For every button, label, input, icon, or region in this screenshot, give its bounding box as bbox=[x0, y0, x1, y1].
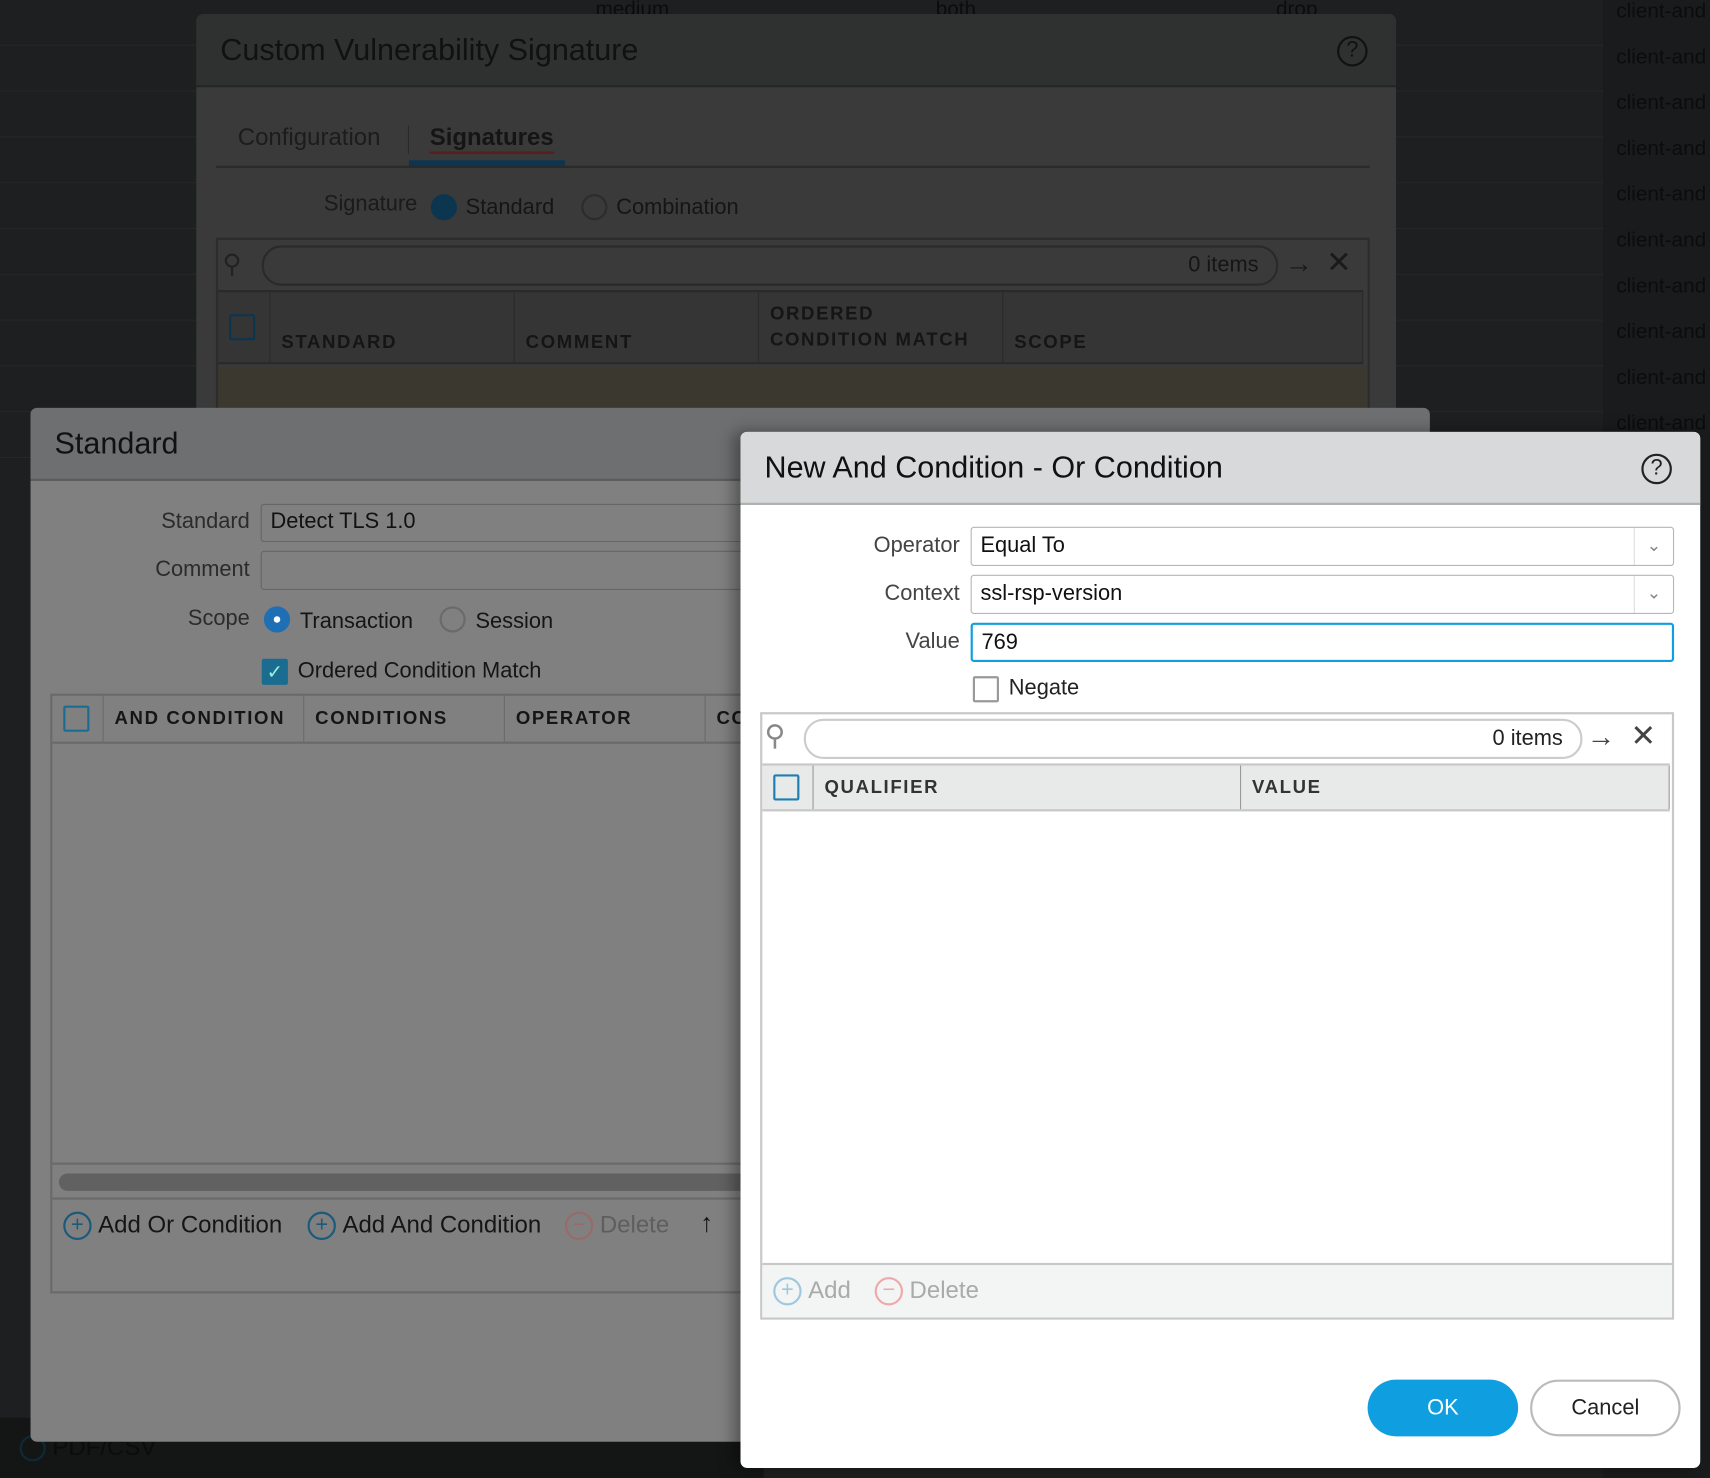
chevron-down-icon: ⌄ bbox=[1634, 576, 1673, 613]
negate-checkbox[interactable] bbox=[973, 676, 999, 702]
button-label: Add bbox=[808, 1276, 851, 1303]
dialog-title: Standard bbox=[55, 426, 179, 461]
select-all-checkbox[interactable] bbox=[63, 706, 89, 732]
dialog-title: Custom Vulnerability Signature bbox=[220, 33, 638, 68]
scope-label: Scope bbox=[96, 606, 250, 631]
signature-combination-radio[interactable] bbox=[581, 194, 607, 220]
column-label: CONDITION MATCH bbox=[770, 327, 969, 353]
custom-vulnerability-signature-dialog: Custom Vulnerability Signature ? Configu… bbox=[196, 14, 1396, 450]
bg-cell: client-and bbox=[1616, 0, 1706, 24]
column-value[interactable]: VALUE bbox=[1241, 766, 1670, 810]
operator-label: Operator bbox=[806, 533, 960, 558]
ok-button[interactable]: OK bbox=[1368, 1380, 1519, 1437]
column-standard[interactable]: STANDARD bbox=[270, 292, 514, 362]
apply-filter-icon[interactable]: → bbox=[1587, 720, 1615, 754]
button-label: Delete bbox=[600, 1211, 669, 1238]
column-label: ORDERED bbox=[770, 301, 874, 327]
signature-label: Signature bbox=[324, 192, 417, 217]
items-count: 0 items bbox=[1493, 726, 1563, 751]
plus-icon: + bbox=[63, 1212, 91, 1240]
context-value: ssl-rsp-version bbox=[980, 581, 1122, 605]
bg-cell: client-and bbox=[1616, 92, 1706, 116]
apply-filter-icon[interactable]: → bbox=[1285, 246, 1313, 280]
select-all-checkbox[interactable] bbox=[773, 774, 799, 800]
bg-cell: client-and bbox=[1616, 46, 1706, 70]
items-count: 0 items bbox=[1188, 253, 1258, 278]
column-scope[interactable]: SCOPE bbox=[1003, 292, 1363, 362]
bg-cell: client-and bbox=[1616, 183, 1706, 207]
help-icon[interactable]: ? bbox=[1337, 36, 1368, 67]
bg-cell: client-and bbox=[1616, 366, 1706, 390]
button-label: Delete bbox=[910, 1276, 979, 1303]
tab-signatures[interactable]: Signatures bbox=[430, 123, 554, 154]
delete-button[interactable]: −Delete bbox=[565, 1211, 669, 1241]
comment-label: Comment bbox=[96, 557, 250, 582]
delete-button[interactable]: −Delete bbox=[875, 1276, 979, 1306]
column-comment[interactable]: COMMENT bbox=[515, 292, 759, 362]
button-label: Add Or Condition bbox=[98, 1211, 282, 1238]
column-qualifier[interactable]: QUALIFIER bbox=[814, 766, 1242, 810]
dialog-title: New And Condition - Or Condition bbox=[765, 450, 1223, 485]
scope-transaction-label: Transaction bbox=[300, 610, 413, 635]
value-label: Value bbox=[806, 629, 960, 654]
clear-filter-icon[interactable]: ✕ bbox=[1630, 718, 1656, 754]
condition-dialog: New And Condition - Or Condition ? Opera… bbox=[741, 432, 1701, 1468]
context-label: Context bbox=[806, 581, 960, 606]
ordered-condition-match-label: Ordered Condition Match bbox=[298, 659, 542, 684]
signature-combination-label: Combination bbox=[616, 195, 738, 220]
column-ordered-condition-match[interactable]: ORDEREDCONDITION MATCH bbox=[759, 292, 1003, 362]
operator-value: Equal To bbox=[980, 533, 1065, 557]
filter-input[interactable]: 0 items bbox=[262, 245, 1278, 285]
help-icon[interactable]: ? bbox=[1641, 454, 1672, 485]
plus-icon: + bbox=[308, 1212, 336, 1240]
scope-session-label: Session bbox=[476, 610, 554, 635]
cancel-button[interactable]: Cancel bbox=[1530, 1380, 1681, 1437]
column-and-condition[interactable]: AND CONDITION bbox=[104, 696, 305, 742]
signature-standard-label: Standard bbox=[466, 195, 555, 220]
filter-input[interactable]: 0 items bbox=[804, 719, 1583, 759]
signature-standard-radio[interactable] bbox=[431, 194, 457, 220]
column-operator[interactable]: OPERATOR bbox=[505, 696, 706, 742]
bg-cell: client-and bbox=[1616, 229, 1706, 253]
add-button[interactable]: + Add bbox=[773, 1276, 851, 1306]
move-up-button[interactable]: ↑ bbox=[700, 1208, 713, 1239]
value-input[interactable]: 769 bbox=[971, 623, 1674, 662]
clear-filter-icon[interactable]: ✕ bbox=[1326, 244, 1352, 280]
add-or-condition-button[interactable]: + Add Or Condition bbox=[63, 1211, 282, 1241]
tab-configuration[interactable]: Configuration bbox=[238, 123, 381, 151]
select-all-checkbox[interactable] bbox=[229, 314, 255, 340]
plus-icon: + bbox=[773, 1277, 801, 1305]
ordered-condition-match-checkbox[interactable]: ✓ bbox=[262, 659, 288, 685]
scope-transaction-radio[interactable] bbox=[264, 606, 290, 632]
button-label: Add And Condition bbox=[342, 1211, 541, 1238]
minus-icon: − bbox=[875, 1277, 903, 1305]
search-icon: ⚲ bbox=[765, 719, 786, 753]
chevron-down-icon: ⌄ bbox=[1634, 528, 1673, 565]
negate-label: Negate bbox=[1009, 676, 1079, 701]
scope-session-radio[interactable] bbox=[440, 606, 466, 632]
search-icon: ⚲ bbox=[222, 249, 241, 281]
column-conditions[interactable]: CONDITIONS bbox=[304, 696, 505, 742]
bg-cell: client-and bbox=[1616, 321, 1706, 345]
bg-cell: client-and bbox=[1616, 137, 1706, 161]
screen: medium both drop client-and client-and c… bbox=[0, 0, 1710, 1478]
context-select[interactable]: ssl-rsp-version ⌄ bbox=[971, 575, 1674, 614]
standard-label: Standard bbox=[96, 509, 250, 534]
operator-select[interactable]: Equal To ⌄ bbox=[971, 527, 1674, 566]
bg-cell: client-and bbox=[1616, 275, 1706, 299]
minus-icon: − bbox=[565, 1212, 593, 1240]
add-and-condition-button[interactable]: +Add And Condition bbox=[308, 1211, 542, 1241]
